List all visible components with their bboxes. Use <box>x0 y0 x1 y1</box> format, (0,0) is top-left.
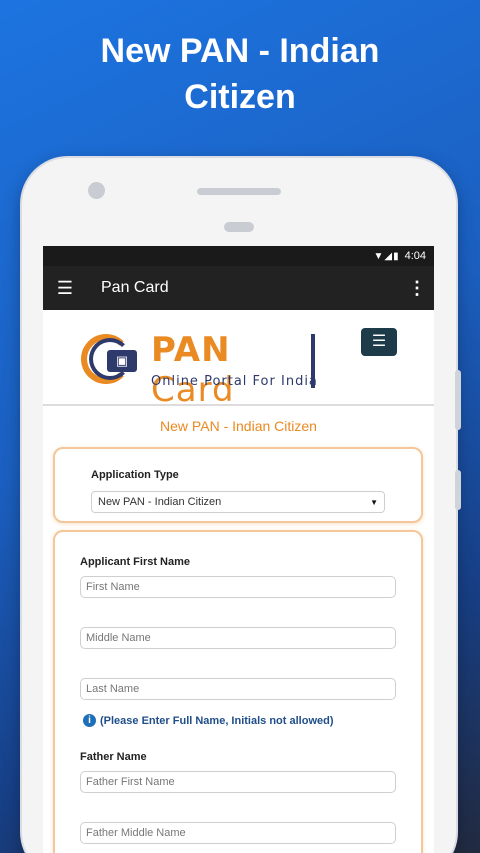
application-type-value: New PAN - Indian Citizen <box>98 496 222 508</box>
chevron-down-icon: ▼ <box>370 497 378 507</box>
status-bar: ▼◢▮ 4:04 <box>43 246 434 266</box>
first-name-input[interactable]: First Name <box>80 576 396 598</box>
applicant-details-panel: Applicant First Name First Name Middle N… <box>53 530 423 853</box>
application-type-label: Application Type <box>91 469 179 481</box>
id-card-icon: ▣ <box>107 350 137 372</box>
info-icon: i <box>83 714 96 727</box>
promo-title-line-1: New PAN - Indian <box>100 32 380 70</box>
name-info-note: i (Please Enter Full Name, Initials not … <box>83 714 334 727</box>
volume-button <box>455 370 461 430</box>
pan-card-logo[interactable]: ▣ PAN Card Online Portal For India <box>81 330 321 410</box>
logo-title: PAN Card <box>151 330 321 410</box>
power-button <box>455 470 461 510</box>
more-options-icon[interactable]: ⋮ <box>408 278 426 299</box>
father-first-name-input[interactable]: Father First Name <box>80 771 396 793</box>
site-header: ▣ PAN Card Online Portal For India ☰ <box>43 310 434 410</box>
phone-screen: ▼◢▮ 4:04 ☰ Pan Card ⋮ ▣ PAN Card Online … <box>43 246 434 853</box>
application-type-select[interactable]: New PAN - Indian Citizen ▼ <box>91 491 385 513</box>
front-camera <box>88 182 105 199</box>
middle-name-input[interactable]: Middle Name <box>80 627 396 649</box>
application-type-panel: Application Type New PAN - Indian Citize… <box>53 447 423 523</box>
promo-title-line-2: Citizen <box>184 78 296 116</box>
logo-subtitle: Online Portal For India <box>151 374 318 389</box>
app-title: Pan Card <box>101 279 169 296</box>
promo-title: New PAN - Indian Citizen <box>0 28 480 120</box>
proximity-sensor <box>224 222 254 232</box>
father-name-label: Father Name <box>80 751 147 763</box>
applicant-first-name-label: Applicant First Name <box>80 556 191 568</box>
signal-battery-icon: ▼◢▮ <box>373 250 400 262</box>
earpiece-speaker <box>197 188 281 195</box>
last-name-input[interactable]: Last Name <box>80 678 396 700</box>
hamburger-menu-icon[interactable]: ☰ <box>53 278 77 299</box>
page-heading: New PAN - Indian Citizen <box>160 418 317 434</box>
logo-word-pan: PAN <box>151 330 231 370</box>
logo-divider <box>311 334 315 388</box>
nav-toggle-button[interactable]: ☰ <box>361 328 397 356</box>
name-info-text: (Please Enter Full Name, Initials not al… <box>100 714 334 727</box>
app-bar: ☰ Pan Card ⋮ <box>43 266 434 310</box>
father-middle-name-input[interactable]: Father Middle Name <box>80 822 396 844</box>
status-time: 4:04 <box>404 250 426 262</box>
